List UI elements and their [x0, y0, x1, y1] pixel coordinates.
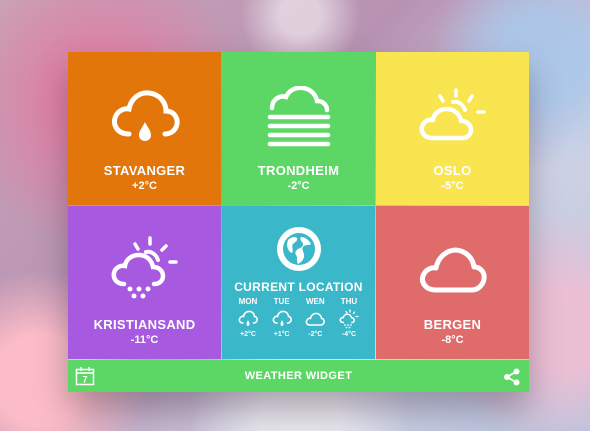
- tile-trondheim[interactable]: TRONDHEIM -2°C: [222, 52, 375, 205]
- forecast-row: MON +2°C TUE +1°C WEN -2°C THU -4°C: [232, 297, 365, 338]
- current-location-label: CURRENT LOCATION: [234, 280, 363, 294]
- tile-current-location[interactable]: CURRENT LOCATION MON +2°C TUE +1°C WEN -…: [222, 206, 375, 359]
- forecast-day: TUE +1°C: [266, 297, 298, 338]
- city-temperature: +2°C: [132, 180, 157, 192]
- city-temperature: -8°C: [441, 334, 464, 346]
- city-name: TRONDHEIM: [257, 163, 340, 178]
- forecast-day-name: THU: [340, 297, 358, 306]
- cloud-icon: [376, 246, 529, 294]
- forecast-temperature: -2°C: [308, 331, 323, 338]
- weather-widget: STAVANGER +2°C TRONDHEIM -2°C OSLO -5°C …: [68, 52, 529, 392]
- tile-oslo[interactable]: OSLO -5°C: [376, 52, 529, 205]
- city-temperature: -11°C: [130, 334, 159, 346]
- city-name: OSLO: [433, 163, 472, 178]
- city-name: STAVANGER: [103, 163, 186, 178]
- widget-footer: 7 WEATHER WIDGET: [68, 360, 529, 392]
- tile-stavanger[interactable]: STAVANGER +2°C: [68, 52, 221, 205]
- forecast-day: THU -4°C: [333, 297, 365, 338]
- forecast-day-name: WEN: [305, 297, 325, 306]
- city-name: BERGEN: [423, 317, 482, 332]
- forecast-temperature: -4°C: [341, 331, 357, 338]
- tile-kristiansand[interactable]: KRISTIANSAND -11°C: [68, 206, 221, 359]
- forecast-temperature: +2°C: [240, 331, 256, 338]
- city-temperature: -5°C: [441, 180, 464, 192]
- forecast-day-name: TUE: [273, 297, 290, 306]
- city-grid: STAVANGER +2°C TRONDHEIM -2°C OSLO -5°C …: [68, 52, 529, 360]
- share-icon[interactable]: [503, 368, 521, 391]
- sun-behind-cloud-icon: [376, 88, 529, 144]
- cloud-icon: [299, 309, 331, 329]
- widget-title: WEATHER WIDGET: [244, 370, 353, 382]
- sun-cloud-snow-icon: [333, 309, 365, 329]
- cloud-rain-drop-icon: [68, 88, 221, 146]
- cloud-rain-icon: [232, 309, 264, 329]
- forecast-day: WEN -2°C: [299, 297, 331, 338]
- sun-cloud-snow-icon: [68, 236, 221, 302]
- forecast-day: MON +2°C: [232, 297, 264, 338]
- city-name: KRISTIANSAND: [93, 317, 196, 332]
- city-temperature: -2°C: [287, 180, 310, 192]
- tile-bergen[interactable]: BERGEN -8°C: [376, 206, 529, 359]
- cloud-fog-icon: [222, 86, 375, 148]
- cloud-rain-icon: [266, 309, 298, 329]
- forecast-temperature: +1°C: [273, 331, 290, 338]
- forecast-day-name: MON: [238, 297, 258, 306]
- globe-icon: [222, 226, 375, 272]
